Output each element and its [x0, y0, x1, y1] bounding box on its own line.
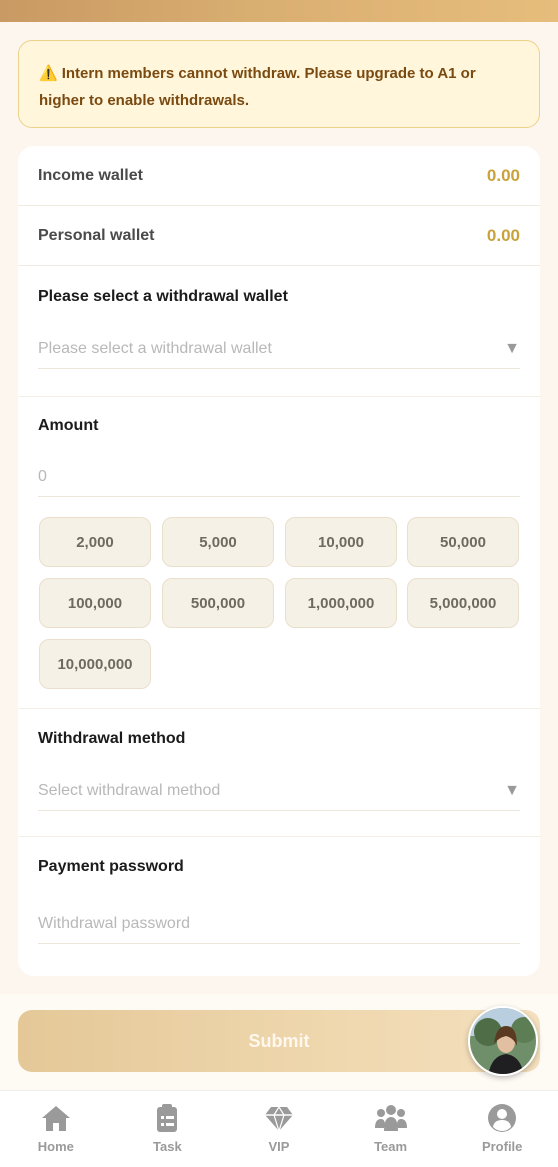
- income-wallet-label: Income wallet: [38, 166, 143, 184]
- team-icon: [374, 1105, 407, 1131]
- withdrawal-method-placeholder: Select withdrawal method: [38, 781, 221, 799]
- profile-icon: [488, 1104, 517, 1132]
- withdrawal-wallet-placeholder: Please select a withdrawal wallet: [38, 339, 272, 357]
- submit-button[interactable]: Submit: [18, 1010, 540, 1072]
- amount-placeholder: 0: [38, 467, 47, 485]
- amount-preset-2000[interactable]: 2,000: [39, 517, 151, 567]
- amount-preset-500000[interactable]: 500,000: [162, 578, 274, 628]
- amount-input[interactable]: 0: [38, 457, 520, 497]
- section-divider: [18, 396, 540, 397]
- withdrawal-wallet-select[interactable]: Please select a withdrawal wallet ▼: [38, 329, 520, 369]
- tab-task[interactable]: Task: [112, 1091, 224, 1167]
- amount-preset-10000[interactable]: 10,000: [285, 517, 397, 567]
- tab-profile[interactable]: Profile: [446, 1091, 558, 1167]
- payment-password-input[interactable]: Withdrawal password: [38, 904, 520, 944]
- chevron-down-icon: ▼: [504, 339, 520, 357]
- tab-label: Task: [153, 1139, 182, 1154]
- payment-password-placeholder: Withdrawal password: [38, 914, 191, 932]
- tab-label: VIP: [268, 1139, 290, 1154]
- amount-title: Amount: [38, 417, 99, 434]
- withdrawal-method-select[interactable]: Select withdrawal method ▼: [38, 771, 520, 811]
- diamond-icon: [264, 1105, 293, 1133]
- tab-home[interactable]: Home: [0, 1091, 112, 1167]
- tab-label: Home: [37, 1139, 74, 1154]
- clipboard-icon: [157, 1104, 178, 1132]
- support-avatar[interactable]: [468, 1006, 538, 1076]
- section-divider: [18, 836, 540, 837]
- section-divider: [18, 708, 540, 709]
- income-wallet-row: Income wallet 0.00: [18, 146, 540, 206]
- chevron-down-icon: ▼: [504, 781, 520, 799]
- top-status-bar: [0, 0, 558, 22]
- withdrawal-wallet-title: Please select a withdrawal wallet: [38, 288, 288, 305]
- amount-preset-5000000[interactable]: 5,000,000: [407, 578, 519, 628]
- notice-text: Intern members cannot withdraw. Please u…: [39, 65, 476, 109]
- amount-preset-50000[interactable]: 50,000: [407, 517, 519, 567]
- tab-team[interactable]: Team: [335, 1091, 447, 1167]
- withdraw-restriction-notice: ⚠️ Intern members cannot withdraw. Please…: [18, 40, 540, 128]
- income-wallet-balance: 0.00: [486, 165, 520, 185]
- tab-vip[interactable]: VIP: [223, 1091, 335, 1167]
- personal-wallet-balance: 0.00: [486, 225, 520, 245]
- tab-label: Profile: [481, 1139, 523, 1154]
- amount-preset-10000000[interactable]: 10,000,000: [39, 639, 151, 689]
- amount-preset-1000000[interactable]: 1,000,000: [285, 578, 397, 628]
- home-icon: [41, 1106, 70, 1131]
- warning-icon: ⚠️: [39, 65, 58, 82]
- withdrawal-method-title: Withdrawal method: [38, 730, 186, 747]
- bottom-tab-bar: Home Task VIP Team Profile: [0, 1090, 558, 1167]
- tab-label: Team: [374, 1139, 408, 1154]
- withdraw-form-card: Income wallet 0.00 Personal wallet 0.00 …: [18, 146, 540, 976]
- personal-wallet-row: Personal wallet 0.00: [18, 206, 540, 266]
- amount-preset-100000[interactable]: 100,000: [39, 578, 151, 628]
- amount-preset-5000[interactable]: 5,000: [162, 517, 274, 567]
- payment-password-title: Payment password: [38, 858, 184, 875]
- personal-wallet-label: Personal wallet: [38, 226, 155, 244]
